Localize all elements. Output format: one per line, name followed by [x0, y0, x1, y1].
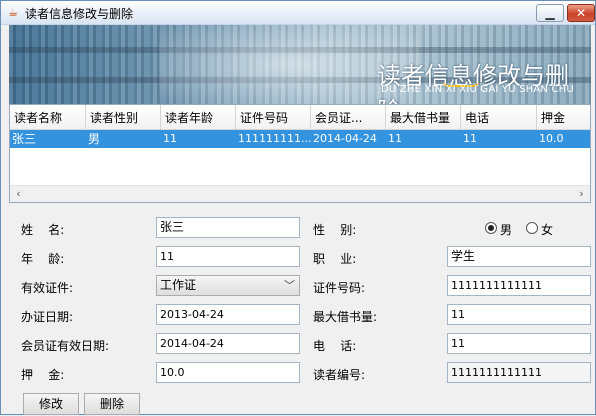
gender-label: 性 别: [313, 223, 357, 237]
age-label: 年 龄: [21, 252, 65, 266]
column-header[interactable]: 读者名称 [10, 105, 86, 130]
column-header[interactable]: 读者性别 [86, 105, 161, 130]
issue-date-field[interactable]: 2013-04-24 [156, 304, 300, 325]
name-field[interactable]: 张三 [156, 217, 300, 238]
issue-date-label: 办证日期: [21, 310, 74, 324]
name-label: 姓 名: [21, 223, 65, 237]
table-cell: 男 [88, 132, 101, 146]
table-header: 读者名称 读者性别 读者年龄 证件号码 会员证... 最大借书量 电话 押金 [10, 105, 590, 130]
table-cell: 11 [388, 132, 402, 145]
deposit-field[interactable]: 10.0 [156, 362, 300, 383]
app-window: ☕ 读者信息修改与删除 ▁ ✕ 读者信息修改与删除 DU ZHE XIN XI … [0, 0, 596, 415]
valid-date-label: 会员证有效日期: [21, 339, 110, 353]
table-cell: 11 [463, 132, 477, 145]
deposit-label: 押 金: [21, 368, 65, 382]
close-button[interactable]: ✕ [567, 4, 595, 22]
job-field[interactable]: 学生 [447, 246, 591, 267]
reader-no-field: 1111111111111 [447, 362, 591, 383]
gender-female-label: 女 [541, 223, 554, 237]
idtype-selected-value: 工作证 [160, 278, 197, 292]
max-borrow-label: 最大借书量: [313, 310, 378, 324]
idtype-label: 有效证件: [21, 281, 74, 295]
column-header[interactable]: 证件号码 [236, 105, 311, 130]
column-header[interactable]: 读者年龄 [161, 105, 236, 130]
modify-button[interactable]: 修改 [23, 393, 79, 415]
delete-button[interactable]: 删除 [84, 393, 140, 415]
idtype-select[interactable]: 工作证 ﹀ [156, 275, 300, 296]
idno-field[interactable]: 1111111111111 [447, 275, 591, 296]
table-cell: 111111111... [238, 132, 311, 145]
reader-form: 姓 名: 张三 性 别: 男 女 年 龄: 11 职 业: 学生 有效证件: 工… [9, 206, 591, 416]
column-header[interactable]: 押金 [537, 105, 590, 130]
reader-no-label: 读者编号: [313, 368, 366, 382]
gender-male-radio[interactable] [485, 222, 497, 234]
gender-male-label: 男 [500, 223, 513, 237]
table-row[interactable]: 张三 男 11 111111111... 2014-04-24 11 11 10… [10, 130, 590, 148]
header-banner: 读者信息修改与删除 DU ZHE XIN XI XIU GAI YU SHAN … [9, 25, 591, 104]
phone-field[interactable]: 11 [447, 333, 591, 354]
table-cell: 10.0 [539, 132, 564, 145]
table-cell: 11 [163, 132, 177, 145]
window-title: 读者信息修改与删除 [25, 7, 134, 21]
valid-date-field[interactable]: 2014-04-24 [156, 333, 300, 354]
column-header[interactable]: 最大借书量 [386, 105, 461, 130]
horizontal-scrollbar[interactable]: ‹ › [10, 185, 590, 202]
gender-female-radio[interactable] [526, 222, 538, 234]
minimize-button[interactable]: ▁ [536, 4, 564, 22]
banner-subtitle: DU ZHE XIN XI XIU GAI YU SHAN CHU [381, 84, 574, 95]
column-header[interactable]: 电话 [461, 105, 537, 130]
java-app-icon: ☕ [8, 6, 18, 19]
phone-label: 电 话: [313, 339, 357, 353]
table-cell: 2014-04-24 [313, 132, 377, 145]
job-label: 职 业: [313, 252, 357, 266]
table-cell: 张三 [12, 132, 37, 146]
max-borrow-field[interactable]: 11 [447, 304, 591, 325]
scroll-right-icon[interactable]: › [573, 186, 590, 203]
banner-title: 读者信息修改与删除 [377, 62, 569, 104]
reader-table[interactable]: 读者名称 读者性别 读者年龄 证件号码 会员证... 最大借书量 电话 押金 张… [9, 104, 591, 203]
title-bar: ☕ 读者信息修改与删除 ▁ ✕ [1, 1, 595, 25]
column-header[interactable]: 会员证... [311, 105, 386, 130]
scroll-left-icon[interactable]: ‹ [10, 186, 27, 203]
gender-radio-group: 男 女 [485, 222, 565, 237]
idno-label: 证件号码: [313, 281, 366, 295]
chevron-down-icon[interactable]: ﹀ [284, 276, 295, 295]
age-field[interactable]: 11 [156, 246, 300, 267]
